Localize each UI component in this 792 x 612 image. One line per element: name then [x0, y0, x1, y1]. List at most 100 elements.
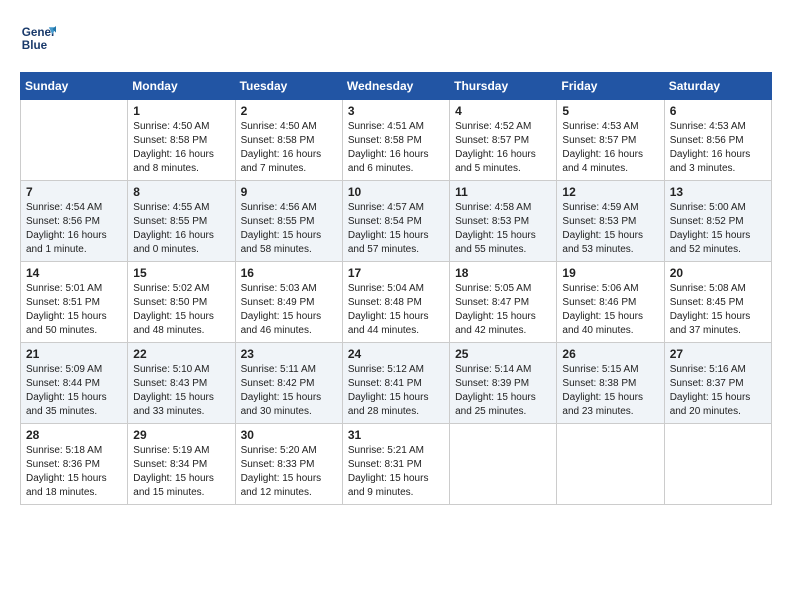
day-info: Sunrise: 4:54 AMSunset: 8:56 PMDaylight:…	[26, 201, 122, 257]
day-info: Sunrise: 4:56 AMSunset: 8:55 PMDaylight:…	[241, 201, 337, 257]
day-info: Sunrise: 5:06 AMSunset: 8:46 PMDaylight:…	[562, 282, 658, 338]
day-cell: 8 Sunrise: 4:55 AMSunset: 8:55 PMDaylight…	[128, 181, 235, 262]
day-cell: 20 Sunrise: 5:08 AMSunset: 8:45 PMDayligh…	[664, 262, 771, 343]
day-cell: 16 Sunrise: 5:03 AMSunset: 8:49 PMDayligh…	[235, 262, 342, 343]
day-info: Sunrise: 4:50 AMSunset: 8:58 PMDaylight:…	[241, 120, 337, 176]
day-info: Sunrise: 5:04 AMSunset: 8:48 PMDaylight:…	[348, 282, 444, 338]
day-number: 24	[348, 347, 444, 361]
day-number: 30	[241, 428, 337, 442]
day-cell: 28 Sunrise: 5:18 AMSunset: 8:36 PMDayligh…	[21, 424, 128, 505]
day-number: 8	[133, 185, 229, 199]
day-info: Sunrise: 5:03 AMSunset: 8:49 PMDaylight:…	[241, 282, 337, 338]
day-number: 28	[26, 428, 122, 442]
day-info: Sunrise: 5:14 AMSunset: 8:39 PMDaylight:…	[455, 363, 551, 419]
day-cell: 7 Sunrise: 4:54 AMSunset: 8:56 PMDaylight…	[21, 181, 128, 262]
day-number: 26	[562, 347, 658, 361]
day-number: 27	[670, 347, 766, 361]
day-cell: 1Sunrise: 4:50 AMSunset: 8:58 PMDaylight…	[128, 100, 235, 181]
day-cell: 30 Sunrise: 5:20 AMSunset: 8:33 PMDayligh…	[235, 424, 342, 505]
day-number: 6	[670, 104, 766, 118]
day-cell: 25 Sunrise: 5:14 AMSunset: 8:39 PMDayligh…	[450, 343, 557, 424]
day-cell	[450, 424, 557, 505]
weekday-monday: Monday	[128, 73, 235, 100]
day-cell: 18 Sunrise: 5:05 AMSunset: 8:47 PMDayligh…	[450, 262, 557, 343]
logo-icon: General Blue	[20, 20, 56, 56]
page-header: General Blue	[20, 20, 772, 56]
day-info: Sunrise: 5:15 AMSunset: 8:38 PMDaylight:…	[562, 363, 658, 419]
day-cell: 13Sunrise: 5:00 AMSunset: 8:52 PMDayligh…	[664, 181, 771, 262]
day-info: Sunrise: 5:12 AMSunset: 8:41 PMDaylight:…	[348, 363, 444, 419]
week-row-3: 14Sunrise: 5:01 AMSunset: 8:51 PMDayligh…	[21, 262, 772, 343]
day-cell: 19 Sunrise: 5:06 AMSunset: 8:46 PMDayligh…	[557, 262, 664, 343]
day-info: Sunrise: 5:09 AMSunset: 8:44 PMDaylight:…	[26, 363, 122, 419]
weekday-friday: Friday	[557, 73, 664, 100]
day-info: Sunrise: 4:50 AMSunset: 8:58 PMDaylight:…	[133, 120, 229, 176]
day-cell: 15Sunrise: 5:02 AMSunset: 8:50 PMDayligh…	[128, 262, 235, 343]
day-info: Sunrise: 4:52 AMSunset: 8:57 PMDaylight:…	[455, 120, 551, 176]
day-number: 16	[241, 266, 337, 280]
day-info: Sunrise: 5:08 AMSunset: 8:45 PMDaylight:…	[670, 282, 766, 338]
day-info: Sunrise: 4:58 AMSunset: 8:53 PMDaylight:…	[455, 201, 551, 257]
day-number: 19	[562, 266, 658, 280]
weekday-header-row: SundayMondayTuesdayWednesdayThursdayFrid…	[21, 73, 772, 100]
day-cell: 14Sunrise: 5:01 AMSunset: 8:51 PMDayligh…	[21, 262, 128, 343]
day-cell: 17 Sunrise: 5:04 AMSunset: 8:48 PMDayligh…	[342, 262, 449, 343]
weekday-saturday: Saturday	[664, 73, 771, 100]
day-cell: 3Sunrise: 4:51 AMSunset: 8:58 PMDaylight…	[342, 100, 449, 181]
day-cell: 26 Sunrise: 5:15 AMSunset: 8:38 PMDayligh…	[557, 343, 664, 424]
day-cell: 29 Sunrise: 5:19 AMSunset: 8:34 PMDayligh…	[128, 424, 235, 505]
day-number: 18	[455, 266, 551, 280]
day-number: 20	[670, 266, 766, 280]
day-number: 11	[455, 185, 551, 199]
calendar-table: SundayMondayTuesdayWednesdayThursdayFrid…	[20, 72, 772, 505]
day-cell: 27Sunrise: 5:16 AMSunset: 8:37 PMDayligh…	[664, 343, 771, 424]
week-row-2: 7 Sunrise: 4:54 AMSunset: 8:56 PMDaylight…	[21, 181, 772, 262]
day-info: Sunrise: 5:11 AMSunset: 8:42 PMDaylight:…	[241, 363, 337, 419]
svg-text:Blue: Blue	[22, 39, 48, 52]
day-info: Sunrise: 4:59 AMSunset: 8:53 PMDaylight:…	[562, 201, 658, 257]
day-info: Sunrise: 5:18 AMSunset: 8:36 PMDaylight:…	[26, 444, 122, 500]
day-number: 29	[133, 428, 229, 442]
day-number: 25	[455, 347, 551, 361]
weekday-wednesday: Wednesday	[342, 73, 449, 100]
day-cell: 5 Sunrise: 4:53 AMSunset: 8:57 PMDaylight…	[557, 100, 664, 181]
day-info: Sunrise: 4:55 AMSunset: 8:55 PMDaylight:…	[133, 201, 229, 257]
day-cell: 2 Sunrise: 4:50 AMSunset: 8:58 PMDaylight…	[235, 100, 342, 181]
day-number: 3	[348, 104, 444, 118]
day-cell: 21 Sunrise: 5:09 AMSunset: 8:44 PMDayligh…	[21, 343, 128, 424]
day-cell: 11 Sunrise: 4:58 AMSunset: 8:53 PMDayligh…	[450, 181, 557, 262]
day-number: 4	[455, 104, 551, 118]
day-info: Sunrise: 5:02 AMSunset: 8:50 PMDaylight:…	[133, 282, 229, 338]
day-number: 7	[26, 185, 122, 199]
weekday-thursday: Thursday	[450, 73, 557, 100]
day-number: 5	[562, 104, 658, 118]
day-number: 21	[26, 347, 122, 361]
day-cell: 22Sunrise: 5:10 AMSunset: 8:43 PMDayligh…	[128, 343, 235, 424]
day-number: 12	[562, 185, 658, 199]
day-cell	[21, 100, 128, 181]
day-cell: 31Sunrise: 5:21 AMSunset: 8:31 PMDayligh…	[342, 424, 449, 505]
day-info: Sunrise: 4:53 AMSunset: 8:56 PMDaylight:…	[670, 120, 766, 176]
day-info: Sunrise: 5:20 AMSunset: 8:33 PMDaylight:…	[241, 444, 337, 500]
day-number: 22	[133, 347, 229, 361]
logo: General Blue	[20, 20, 56, 56]
day-cell: 12 Sunrise: 4:59 AMSunset: 8:53 PMDayligh…	[557, 181, 664, 262]
day-info: Sunrise: 4:53 AMSunset: 8:57 PMDaylight:…	[562, 120, 658, 176]
day-info: Sunrise: 4:57 AMSunset: 8:54 PMDaylight:…	[348, 201, 444, 257]
day-cell: 24 Sunrise: 5:12 AMSunset: 8:41 PMDayligh…	[342, 343, 449, 424]
day-number: 13	[670, 185, 766, 199]
day-cell: 10 Sunrise: 4:57 AMSunset: 8:54 PMDayligh…	[342, 181, 449, 262]
day-cell: 9Sunrise: 4:56 AMSunset: 8:55 PMDaylight…	[235, 181, 342, 262]
week-row-5: 28 Sunrise: 5:18 AMSunset: 8:36 PMDayligh…	[21, 424, 772, 505]
day-number: 10	[348, 185, 444, 199]
day-info: Sunrise: 5:19 AMSunset: 8:34 PMDaylight:…	[133, 444, 229, 500]
week-row-4: 21 Sunrise: 5:09 AMSunset: 8:44 PMDayligh…	[21, 343, 772, 424]
day-number: 17	[348, 266, 444, 280]
weekday-tuesday: Tuesday	[235, 73, 342, 100]
day-number: 2	[241, 104, 337, 118]
day-info: Sunrise: 5:01 AMSunset: 8:51 PMDaylight:…	[26, 282, 122, 338]
day-info: Sunrise: 5:05 AMSunset: 8:47 PMDaylight:…	[455, 282, 551, 338]
day-cell	[664, 424, 771, 505]
week-row-1: 1Sunrise: 4:50 AMSunset: 8:58 PMDaylight…	[21, 100, 772, 181]
day-info: Sunrise: 5:21 AMSunset: 8:31 PMDaylight:…	[348, 444, 444, 500]
